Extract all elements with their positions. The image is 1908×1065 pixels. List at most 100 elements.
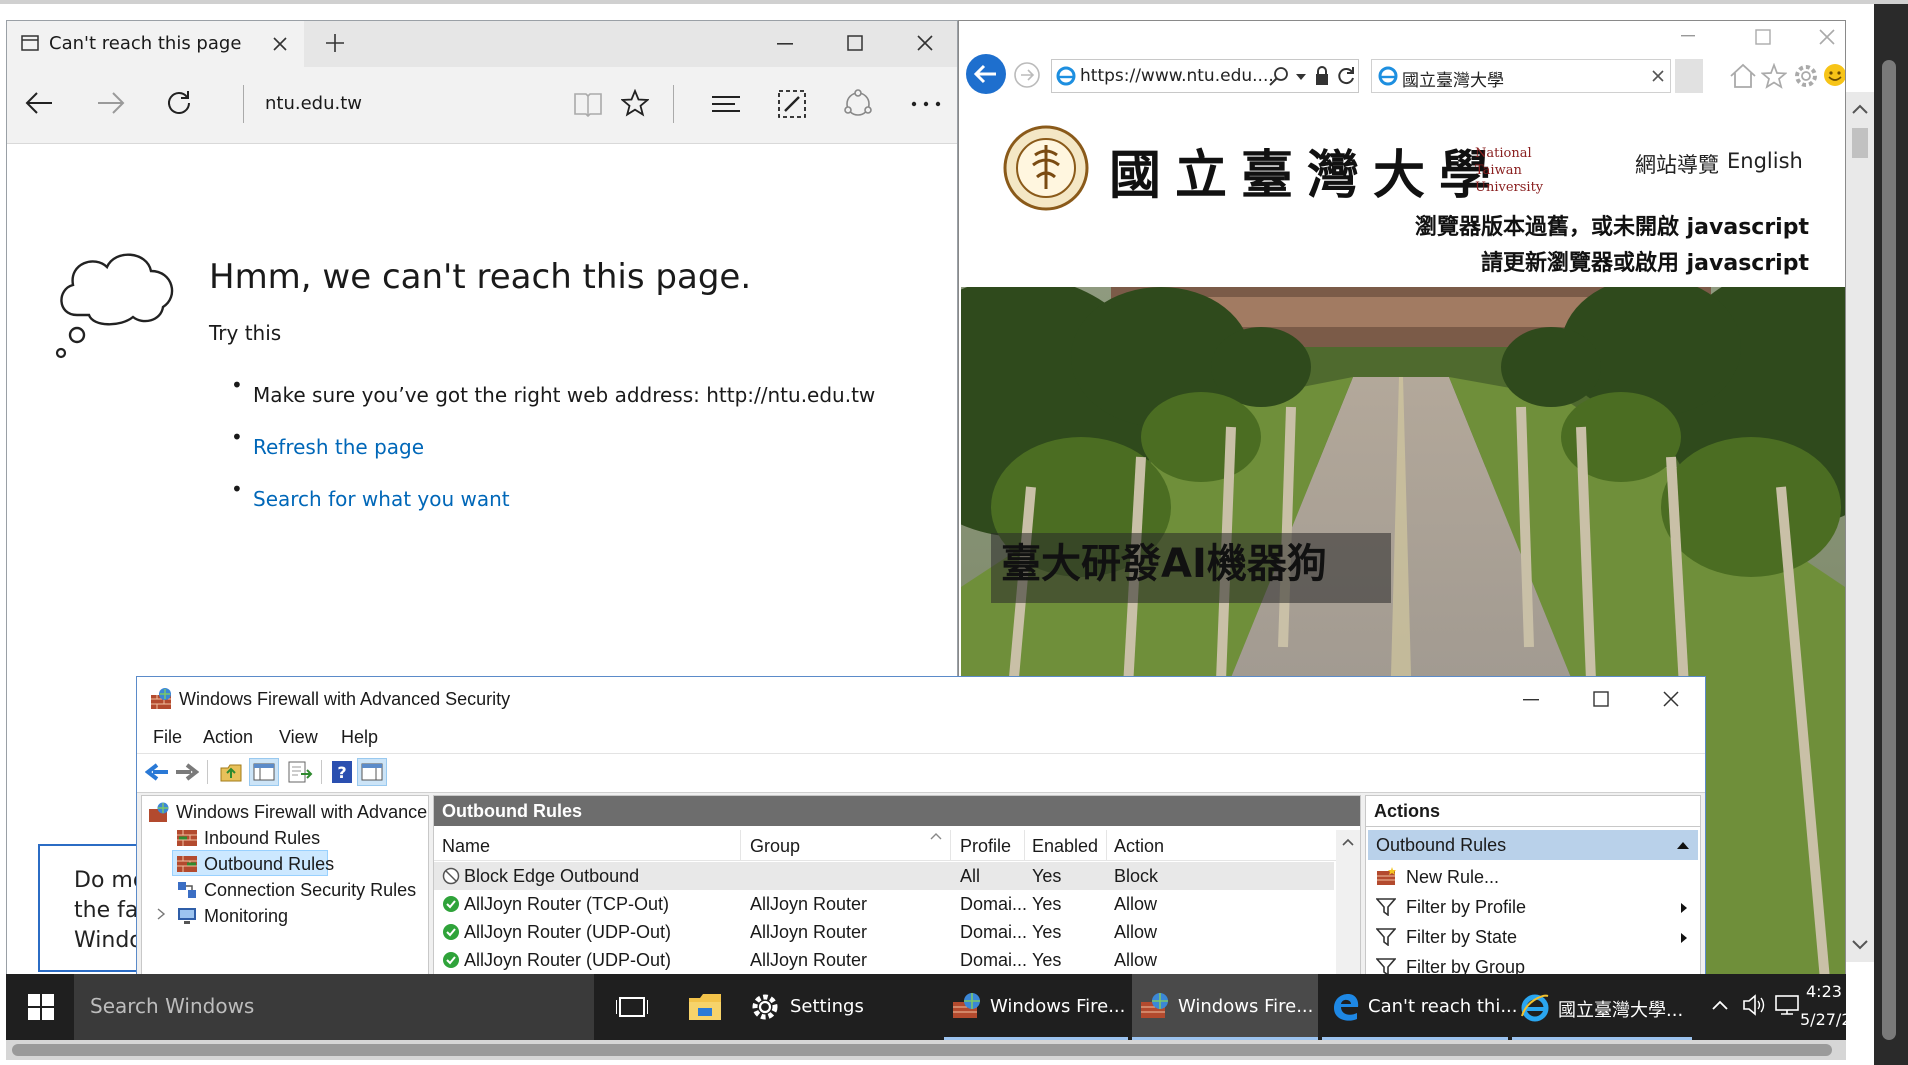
taskbar-ie[interactable]: 國立臺灣大學... xyxy=(1512,974,1692,1040)
ie-search-icon[interactable] xyxy=(1268,66,1290,86)
taskbar-search-box[interactable]: Search Windows xyxy=(74,974,594,1040)
col-name[interactable]: Name xyxy=(442,836,490,857)
col-profile[interactable]: Profile xyxy=(960,836,1011,857)
ie-favorites-icon[interactable] xyxy=(1761,63,1787,89)
more-icon[interactable] xyxy=(911,101,941,107)
maximize-icon[interactable] xyxy=(847,35,863,51)
help-icon[interactable]: ? xyxy=(331,760,353,784)
ie-dropdown-icon[interactable] xyxy=(1296,74,1306,80)
forward-icon[interactable] xyxy=(97,91,125,115)
rules-scrollbar[interactable] xyxy=(1336,830,1360,980)
fw-close-icon[interactable] xyxy=(1663,691,1679,707)
actions-section-bar[interactable]: Outbound Rules xyxy=(1368,830,1698,860)
ie-maximize-icon[interactable] xyxy=(1755,29,1771,45)
fw-back-icon[interactable] xyxy=(145,762,169,782)
fw-minimize-icon[interactable] xyxy=(1523,699,1539,701)
table-row[interactable]: AllJoyn Router (TCP-Out) AllJoyn Router … xyxy=(434,890,1334,918)
up-folder-icon[interactable] xyxy=(219,760,243,784)
refresh-page-link[interactable]: Refresh the page xyxy=(253,435,424,459)
ie-tab[interactable]: 國立臺灣大學 xyxy=(1371,59,1671,93)
tree-monitoring[interactable]: Monitoring xyxy=(204,906,288,927)
table-row[interactable]: AllJoyn Router (UDP-Out) AllJoyn Router … xyxy=(434,946,1334,974)
ie-address-bar[interactable]: https://www.ntu.edu.... xyxy=(1051,59,1359,93)
action-item[interactable]: Filter by State xyxy=(1368,922,1698,952)
ie-settings-gear-icon[interactable] xyxy=(1793,63,1819,89)
taskbar-firewall-2[interactable]: Windows Fire... xyxy=(1132,974,1318,1040)
bottom-scroll-thumb[interactable] xyxy=(12,1044,1832,1056)
search-link[interactable]: Search for what you want xyxy=(253,487,510,511)
share-icon[interactable] xyxy=(843,89,873,119)
action-label: Filter by State xyxy=(1406,927,1518,947)
collapse-triangle-icon[interactable] xyxy=(1676,840,1690,850)
bottom-scroll-strip[interactable] xyxy=(6,1040,1846,1060)
edge-tab[interactable]: Can't reach this page xyxy=(7,21,304,67)
start-windows-icon[interactable] xyxy=(28,994,54,1020)
menu-action[interactable]: Action xyxy=(203,727,253,748)
ie-scrollbar[interactable] xyxy=(1846,92,1874,962)
rules-scroll-up-icon[interactable] xyxy=(1342,838,1354,846)
ntu-logo-chinese[interactable]: 國立臺灣大學 xyxy=(1109,133,1505,208)
home-icon[interactable] xyxy=(1729,63,1757,89)
expand-chevron-icon[interactable] xyxy=(156,908,166,920)
tree-inbound-rules[interactable]: Inbound Rules xyxy=(204,828,320,849)
table-row[interactable]: AllJoyn Router (UDP-Out) AllJoyn Router … xyxy=(434,918,1334,946)
action-item[interactable]: New Rule... xyxy=(1368,862,1698,892)
web-note-icon[interactable] xyxy=(777,89,807,119)
fw-forward-icon[interactable] xyxy=(175,762,199,782)
scroll-thumb[interactable] xyxy=(1852,128,1868,158)
file-explorer-icon[interactable] xyxy=(688,992,722,1022)
refresh-icon[interactable] xyxy=(165,89,193,117)
show-hide-tree-icon[interactable] xyxy=(249,758,279,786)
smiley-feedback-icon[interactable] xyxy=(1823,63,1845,87)
sitemap-link[interactable]: 網站導覽 xyxy=(1635,149,1719,179)
clock-time[interactable]: 4:23 xyxy=(1806,982,1842,1001)
ie-minimize-icon[interactable] xyxy=(1681,35,1695,37)
volume-icon[interactable] xyxy=(1742,994,1766,1016)
tray-chevron-icon[interactable] xyxy=(1712,1000,1728,1010)
fw-tree-pane: Windows Firewall with Advance Inbound Ru… xyxy=(141,795,429,981)
col-group[interactable]: Group xyxy=(750,836,800,857)
minimize-icon[interactable] xyxy=(777,43,793,45)
tree-root[interactable]: Windows Firewall with Advance xyxy=(176,802,427,823)
task-view-icon[interactable] xyxy=(616,994,648,1020)
ie-forward-icon[interactable] xyxy=(1013,61,1041,89)
tree-connection-security-rules[interactable]: Connection Security Rules xyxy=(204,880,416,901)
taskbar-edge[interactable]: Can't reach thi... xyxy=(1322,974,1518,1040)
ntu-seal-logo[interactable] xyxy=(1003,125,1089,211)
network-icon[interactable] xyxy=(1774,994,1800,1016)
ie-close-tab-icon[interactable] xyxy=(1652,70,1664,82)
action-item[interactable]: Filter by Profile xyxy=(1368,892,1698,922)
menu-file[interactable]: File xyxy=(153,727,182,748)
favorite-star-icon[interactable] xyxy=(621,89,649,117)
show-action-pane-icon[interactable] xyxy=(357,758,387,786)
english-link[interactable]: English xyxy=(1727,149,1803,173)
close-window-icon[interactable] xyxy=(917,35,933,51)
outer-scroll-thumb[interactable] xyxy=(1882,60,1896,1040)
reading-view-icon[interactable] xyxy=(573,91,603,117)
photo-caption[interactable]: 臺大研發AI機器狗 xyxy=(1001,531,1327,589)
scroll-up-icon[interactable] xyxy=(1852,104,1868,114)
ie-close-window-icon[interactable] xyxy=(1819,29,1835,45)
back-icon[interactable] xyxy=(25,91,53,115)
col-enabled[interactable]: Enabled xyxy=(1032,836,1098,857)
ie-new-tab-stub[interactable] xyxy=(1675,59,1703,93)
menu-view[interactable]: View xyxy=(279,727,318,748)
col-action[interactable]: Action xyxy=(1114,836,1164,857)
taskbar-settings[interactable]: Settings xyxy=(744,974,884,1040)
fw-actions-pane: Actions Outbound Rules New Rule... Filte… xyxy=(1365,795,1701,981)
ie-refresh-icon[interactable] xyxy=(1336,65,1356,87)
clock-date[interactable]: 5/27/2 xyxy=(1800,1010,1852,1029)
table-row[interactable]: Block Edge Outbound All Yes Block xyxy=(434,862,1334,890)
export-list-icon[interactable] xyxy=(287,760,313,784)
menu-help[interactable]: Help xyxy=(341,727,378,748)
firewall-taskbar-icon xyxy=(952,992,982,1020)
ie-back-icon[interactable] xyxy=(965,53,1007,95)
scroll-down-icon[interactable] xyxy=(1852,940,1868,950)
address-bar[interactable]: ntu.edu.tw xyxy=(265,93,362,114)
close-tab-icon[interactable] xyxy=(273,37,287,51)
taskbar-firewall-1[interactable]: Windows Fire... xyxy=(944,974,1128,1040)
fw-maximize-icon[interactable] xyxy=(1593,691,1609,707)
new-tab-icon[interactable] xyxy=(325,33,345,53)
tree-outbound-rules[interactable]: Outbound Rules xyxy=(204,854,334,875)
hub-icon[interactable] xyxy=(711,95,741,113)
